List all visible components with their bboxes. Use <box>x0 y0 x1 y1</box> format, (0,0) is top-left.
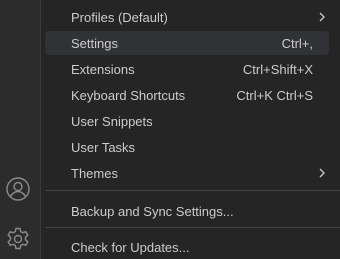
manage-menu: Profiles (Default) Settings Ctrl+, Exten… <box>41 0 340 259</box>
menu-item-label: Profiles (Default) <box>71 9 168 25</box>
menu-item-label: Keyboard Shortcuts <box>71 87 186 103</box>
menu-item-keybinding: Ctrl+Shift+X <box>242 61 313 77</box>
menu-item-label: Extensions <box>71 61 135 77</box>
menu-item-label: Backup and Sync Settings... <box>71 203 234 219</box>
menu-item-label: User Snippets <box>71 113 153 129</box>
menu-item-label: Check for Updates... <box>71 239 190 255</box>
menu-item-themes[interactable]: Themes <box>45 161 329 185</box>
menu-item-extensions[interactable]: Extensions Ctrl+Shift+X <box>45 57 329 81</box>
menu-item-label: User Tasks <box>71 139 136 155</box>
menu-item-user-snippets[interactable]: User Snippets <box>45 109 329 133</box>
activity-bar <box>0 0 41 259</box>
menu-item-keybinding: Ctrl+, <box>281 35 313 51</box>
chevron-right-icon <box>315 166 329 180</box>
menu-item-backup-sync[interactable]: Backup and Sync Settings... <box>45 199 329 223</box>
account-icon[interactable] <box>5 176 31 202</box>
manage-gear-icon[interactable] <box>5 226 31 252</box>
menu-separator <box>46 227 340 228</box>
menu-item-check-updates[interactable]: Check for Updates... <box>45 235 329 259</box>
chevron-right-icon <box>315 10 329 24</box>
menu-item-keybinding: Ctrl+K Ctrl+S <box>236 87 313 103</box>
menu-item-profiles[interactable]: Profiles (Default) <box>45 5 329 29</box>
menu-separator <box>46 190 340 191</box>
menu-item-user-tasks[interactable]: User Tasks <box>45 135 329 159</box>
menu-item-label: Settings <box>71 35 118 51</box>
menu-item-settings[interactable]: Settings Ctrl+, <box>45 31 329 55</box>
menu-item-label: Themes <box>71 165 118 181</box>
menu-item-keyboard-shortcuts[interactable]: Keyboard Shortcuts Ctrl+K Ctrl+S <box>45 83 329 107</box>
